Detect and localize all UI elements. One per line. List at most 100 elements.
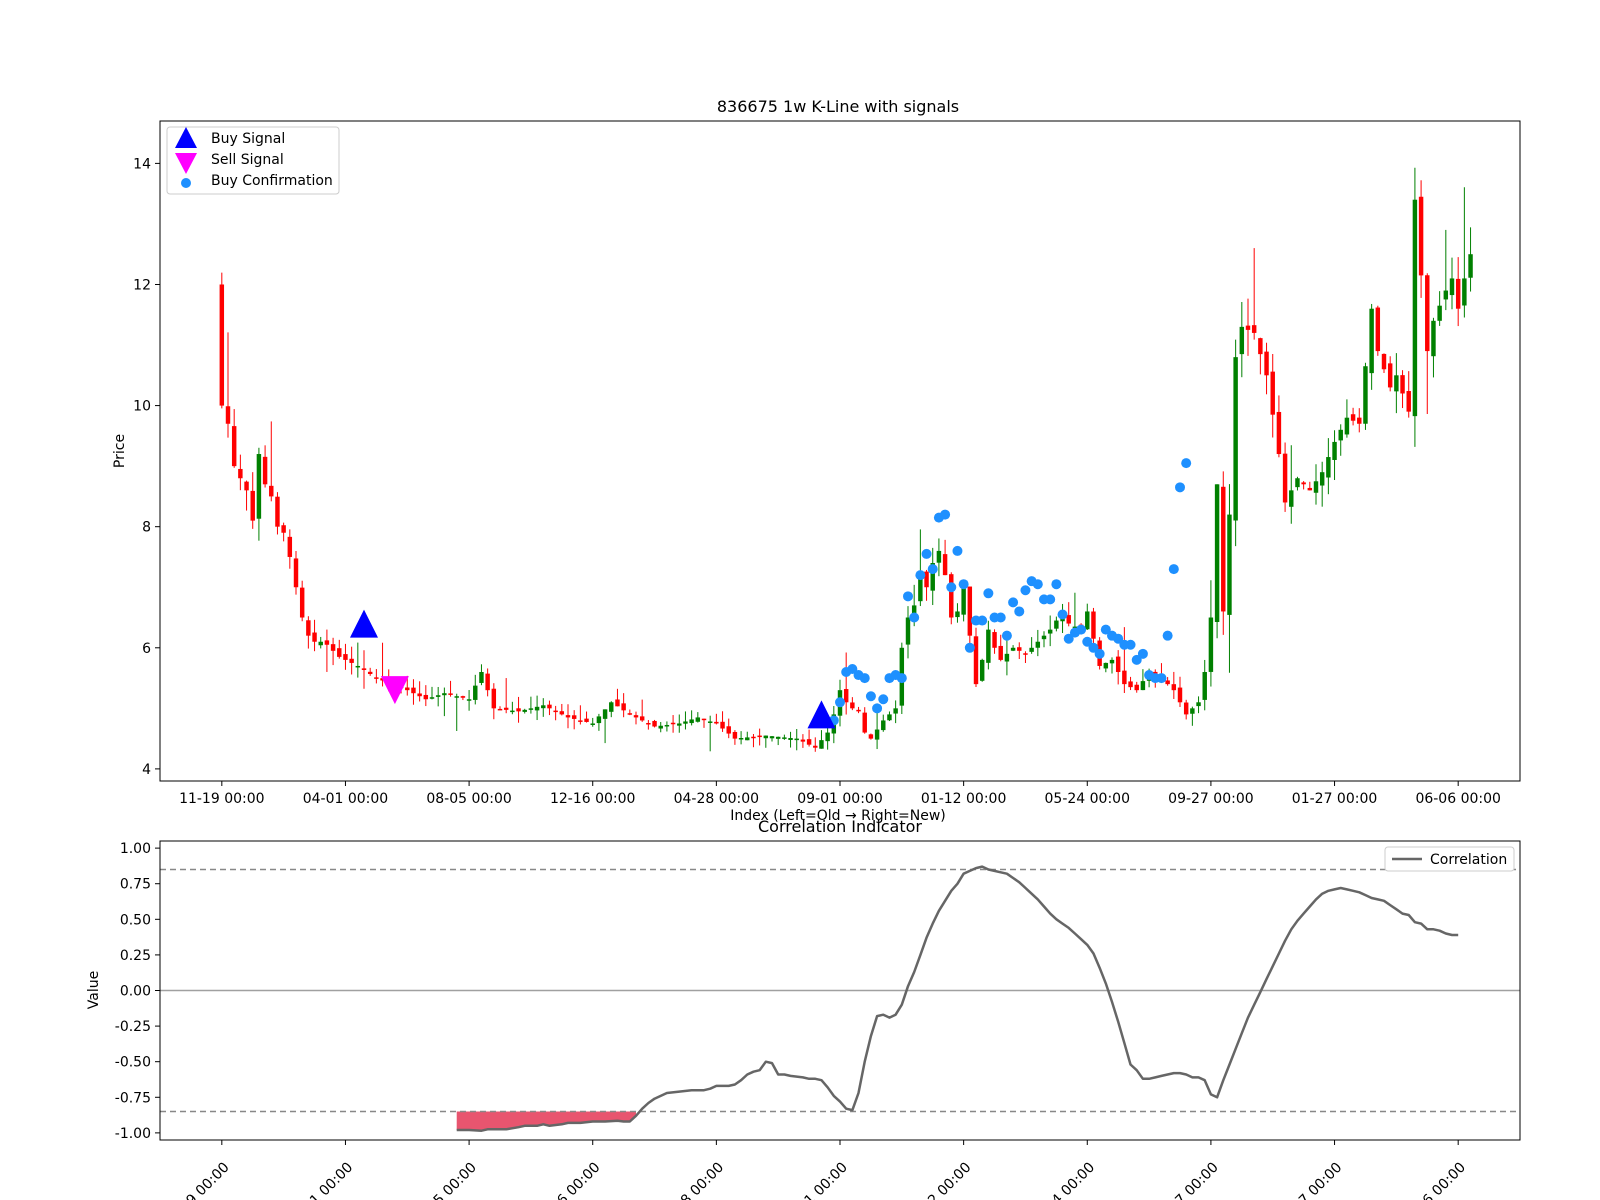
- kline-candle-body: [949, 574, 954, 618]
- kline-y-tick-label: 8: [142, 520, 151, 536]
- kline-candle-body: [1295, 478, 1300, 488]
- buy-confirmation-marker: [1168, 564, 1179, 575]
- kline-candle-body: [1455, 278, 1461, 309]
- kline-candle-body: [578, 720, 583, 722]
- kline-candle-body: [1313, 481, 1319, 493]
- kline-candle-body: [367, 671, 373, 675]
- buy-confirmation-marker: [964, 642, 975, 653]
- buy-confirmation-marker: [865, 691, 876, 702]
- kline-candle-body: [1227, 514, 1232, 615]
- kline-candle-body: [1443, 290, 1449, 300]
- buy-confirmation-marker: [835, 697, 845, 708]
- kline-candle-body: [893, 708, 898, 714]
- buy-confirmation-legend-marker: [181, 178, 191, 188]
- correlation-legend-label: Correlation: [1430, 852, 1507, 868]
- kline-candle-body: [1282, 453, 1288, 503]
- kline-candle-body: [1369, 308, 1374, 374]
- kline-candle-body: [429, 697, 435, 699]
- kline-candle-body: [485, 673, 490, 691]
- kline-candle-body: [1128, 681, 1133, 688]
- correlation-y-tick-label: 0.75: [120, 877, 151, 893]
- buy-confirmation-marker: [896, 673, 907, 684]
- kline-candle-body: [1023, 653, 1028, 655]
- kline-y-axis-label: Price: [112, 434, 128, 468]
- kline-candle-body: [652, 720, 657, 727]
- kline-candle-body: [633, 715, 639, 718]
- kline-candle-body: [745, 737, 750, 741]
- kline-candle-body: [627, 713, 633, 715]
- kline-candle-body: [306, 620, 311, 636]
- buy-confirmation-marker: [958, 579, 969, 590]
- kline-candle-body: [695, 717, 701, 722]
- kline-candle-body: [1431, 320, 1436, 357]
- kline-candle-body: [1165, 680, 1170, 685]
- kline-candle-body: [442, 693, 447, 696]
- kline-candle-body: [1332, 441, 1337, 460]
- kline-candle-body: [1357, 417, 1362, 424]
- kline-candle-body: [1406, 391, 1411, 412]
- kline-candle-body: [1468, 254, 1473, 278]
- kline-candle-body: [1449, 278, 1455, 296]
- kline-candle-body: [856, 709, 861, 712]
- kline-candle-body: [1276, 411, 1282, 455]
- kline-candle-body: [293, 558, 299, 588]
- kline-candle-body: [1239, 326, 1245, 355]
- kline-candle-body: [1134, 684, 1139, 691]
- kline-candle-body: [1375, 307, 1381, 352]
- kline-candle-body: [1251, 325, 1257, 333]
- kline-candle-body: [330, 644, 336, 651]
- kline-candle-body: [1047, 629, 1053, 634]
- buy-confirmation-marker: [983, 588, 994, 599]
- buy-confirmation-marker: [915, 570, 926, 581]
- kline-candle-body: [1350, 414, 1356, 421]
- kline-candle-body: [250, 490, 255, 521]
- correlation-y-tick-label: 1.00: [120, 841, 151, 857]
- kline-candle-body: [299, 587, 305, 618]
- kline-candle-body: [244, 481, 249, 491]
- kline-candle-body: [374, 677, 379, 679]
- kline-candle-body: [967, 586, 973, 636]
- kline-x-tick-label: 01-27 00:00: [1292, 791, 1377, 807]
- kline-candle-body: [1301, 482, 1306, 485]
- buy-confirmation-marker: [909, 612, 920, 623]
- kline-candle-body: [460, 696, 466, 698]
- kline-candle-body: [955, 611, 960, 618]
- kline-candle-body: [361, 668, 367, 670]
- kline-x-tick-label: 11-19 00:00: [179, 791, 264, 807]
- correlation-y-tick-label: -1.00: [115, 1126, 151, 1142]
- kline-candle-body: [720, 721, 725, 729]
- buy-confirmation-marker: [1057, 609, 1068, 620]
- kline-candle-body: [1400, 375, 1405, 394]
- kline-candle-body: [1190, 708, 1195, 714]
- kline-candle-body: [1425, 275, 1430, 352]
- kline-candle-body: [1177, 687, 1183, 703]
- kline-candle-body: [287, 536, 293, 557]
- kline-candle-body: [528, 708, 534, 710]
- correlation-y-tick-label: -0.75: [115, 1090, 151, 1106]
- kline-candle-body: [670, 722, 676, 725]
- kline-candle-body: [553, 710, 558, 713]
- kline-candle-body: [405, 687, 410, 691]
- kline-candle-body: [683, 721, 688, 724]
- kline-candle-body: [1214, 484, 1220, 622]
- kline-candle-body: [522, 709, 527, 712]
- kline-candle-body: [825, 732, 830, 742]
- kline-x-tick-label: 06-06 00:00: [1415, 791, 1500, 807]
- kline-candle-body: [961, 587, 966, 615]
- kline-candle-body: [238, 468, 243, 479]
- kline-legend: Buy Signal Sell Signal Buy Confirmation: [166, 126, 340, 195]
- kline-candle-body: [794, 738, 799, 741]
- kline-candle-body: [1115, 656, 1121, 673]
- kline-candle-body: [534, 706, 540, 711]
- kline-candle-body: [973, 636, 979, 685]
- kline-candle-body: [658, 725, 663, 729]
- kline-candle-body: [571, 715, 577, 719]
- kline-candle-body: [998, 645, 1003, 660]
- kline-candle-body: [1412, 199, 1418, 417]
- kline-candle-body: [1041, 635, 1047, 640]
- kline-candle-body: [782, 737, 787, 739]
- kline-candle-body: [1418, 196, 1424, 276]
- kline-candle-body: [1307, 487, 1313, 491]
- buy-confirmation-marker: [1125, 639, 1136, 650]
- kline-candle-body: [1091, 611, 1096, 639]
